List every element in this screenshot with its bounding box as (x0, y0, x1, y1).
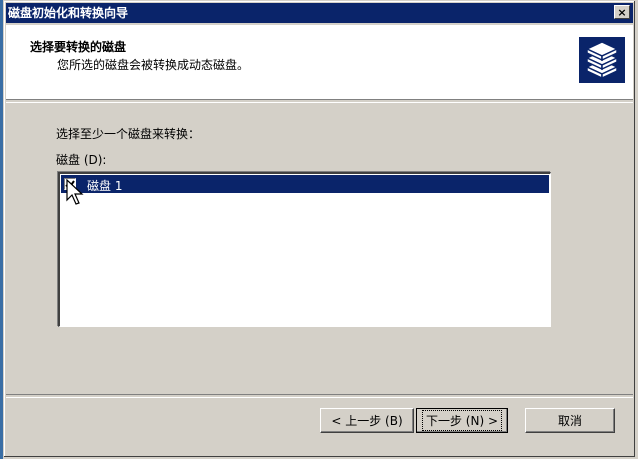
list-item[interactable]: 磁盘 1 (61, 175, 549, 193)
wizard-header: 选择要转换的磁盘 您所选的磁盘会被转换成动态磁盘。 (6, 25, 633, 99)
cancel-button-label: 取消 (557, 414, 582, 428)
select-prompt: 选择至少一个磁盘来转换： (56, 127, 201, 141)
next-button[interactable]: 下一步 (N) > (416, 408, 508, 433)
back-button[interactable]: < 上一步 (B) (320, 408, 414, 433)
disk-list[interactable]: 磁盘 1 (58, 172, 551, 327)
disk-stack-icon (579, 37, 625, 83)
header-divider (6, 99, 633, 103)
disk-list-label: 磁盘 (D): (56, 153, 107, 167)
cancel-button[interactable]: 取消 (525, 408, 615, 433)
next-button-label: 下一步 (N) > (421, 410, 503, 431)
page-title: 选择要转换的磁盘 (30, 40, 127, 54)
wizard-dialog: 磁盘初始化和转换向导 × 选择要转换的磁盘 您所选的磁盘会被转换成动态磁盘。 选… (3, 0, 635, 457)
window-title: 磁盘初始化和转换向导 (8, 6, 129, 20)
disk-name: 磁盘 1 (87, 179, 123, 193)
footer-divider (6, 394, 633, 398)
page-subtitle: 您所选的磁盘会被转换成动态磁盘。 (57, 58, 250, 72)
close-icon: × (617, 5, 627, 19)
close-button[interactable]: × (614, 5, 630, 19)
back-button-label: < 上一步 (B) (331, 414, 403, 428)
checkmark-icon (65, 180, 75, 190)
disk-checkbox[interactable] (64, 178, 76, 190)
title-bar[interactable]: 磁盘初始化和转换向导 × (6, 3, 633, 23)
